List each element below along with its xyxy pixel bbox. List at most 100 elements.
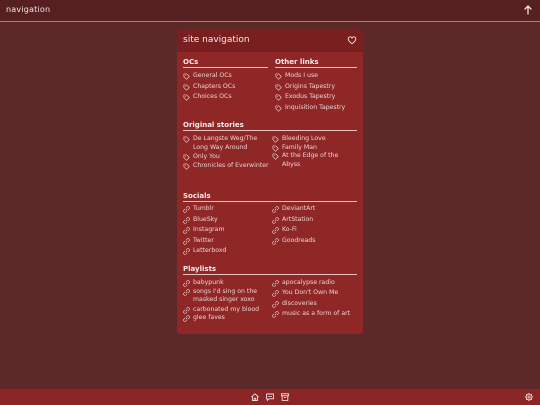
- nav-link[interactable]: Goodreads: [272, 237, 357, 246]
- link-icon: [183, 280, 190, 287]
- nav-link-label: BlueSky: [193, 215, 218, 223]
- link-icon: [272, 206, 279, 213]
- nav-link[interactable]: DeviantArt: [272, 205, 357, 214]
- nav-link[interactable]: Twitter: [183, 237, 268, 246]
- nav-link-label: Exodus Tapestry: [285, 93, 336, 101]
- arrow-up-icon[interactable]: [522, 4, 534, 16]
- nav-link[interactable]: General OCs: [183, 72, 268, 81]
- link-icon: [183, 315, 190, 322]
- nav-link[interactable]: Tumblr: [183, 205, 268, 214]
- nav-link[interactable]: Letterboxd: [183, 247, 268, 256]
- nav-link-label: discoveries: [282, 299, 317, 307]
- nav-link[interactable]: apocalypse radio: [272, 279, 357, 288]
- tag-icon: [183, 84, 190, 91]
- nav-link-label: De Langste Weg/The Long Way Around: [193, 135, 258, 151]
- tag-icon: [272, 136, 279, 143]
- nav-link[interactable]: babypunk: [183, 279, 271, 288]
- nav-link[interactable]: ArtStation: [272, 216, 357, 225]
- nav-link-label: music as a form of art: [282, 309, 351, 317]
- heart-icon[interactable]: [347, 35, 357, 45]
- chat-bubble-icon[interactable]: [265, 392, 275, 402]
- nav-link-label: Mods I use: [285, 72, 318, 79]
- link-icon: [183, 227, 190, 234]
- nav-link[interactable]: discoveries: [272, 300, 357, 309]
- bottom-bar: [0, 389, 540, 405]
- nav-link[interactable]: At the Edge of the Abyss: [272, 152, 357, 169]
- tag-icon: [272, 145, 279, 152]
- tag-icon: [275, 73, 282, 80]
- nav-link[interactable]: BlueSky: [183, 216, 268, 225]
- nav-link[interactable]: Origins Tapestry: [275, 83, 360, 92]
- panel-header: site navigation: [177, 29, 363, 52]
- nav-link[interactable]: Only You: [183, 153, 271, 162]
- nav-link[interactable]: carbonated my blood: [183, 306, 271, 315]
- nav-link[interactable]: Ko-Fi: [272, 226, 357, 235]
- divider: [183, 201, 357, 202]
- nav-link-label: At the Edge of the Abyss: [282, 152, 339, 168]
- nav-link-label: You Don't Own Me: [282, 289, 339, 297]
- nav-link-label: apocalypse radio: [282, 279, 335, 286]
- nav-link[interactable]: songs I'd sing on the masked singer xoxo: [183, 288, 271, 305]
- nav-link[interactable]: Inquisition Tapestry: [275, 104, 360, 113]
- section-title-original-stories: Original stories: [183, 121, 244, 129]
- section-title-ocs: OCs: [183, 58, 199, 66]
- nav-link-label: songs I'd sing on the masked singer xoxo: [193, 287, 258, 304]
- site-navigation-panel: site navigation OCs General OCs Chapters …: [177, 29, 363, 334]
- nav-link[interactable]: Chapters OCs: [183, 83, 268, 92]
- nav-link-label: Ko-Fi: [282, 226, 297, 233]
- nav-link-label: Goodreads: [282, 236, 316, 244]
- tag-icon: [183, 94, 190, 101]
- nav-link-label: Bleeding Love: [282, 135, 326, 142]
- nav-link-label: Only You: [193, 153, 220, 160]
- link-icon: [183, 288, 190, 296]
- home-icon[interactable]: [250, 392, 260, 402]
- divider: [275, 67, 357, 68]
- link-icon: [272, 237, 279, 245]
- tag-icon: [275, 105, 282, 112]
- nav-link-label: DeviantArt: [282, 205, 316, 212]
- nav-link-label: Chapters OCs: [193, 82, 236, 90]
- nav-link-label: Instagram: [193, 226, 225, 233]
- nav-link[interactable]: You Don't Own Me: [272, 289, 357, 298]
- nav-link[interactable]: Mods I use: [275, 72, 360, 81]
- link-icon: [183, 237, 190, 245]
- nav-link[interactable]: glee faves: [183, 314, 271, 323]
- nav-link-label: Twitter: [193, 236, 214, 244]
- archive-icon[interactable]: [280, 392, 290, 402]
- nav-link[interactable]: De Langste Weg/The Long Way Around: [183, 135, 271, 152]
- section-title-other-links: Other links: [275, 58, 319, 66]
- link-icon: [183, 216, 190, 224]
- nav-link-label: Inquisition Tapestry: [285, 104, 346, 112]
- nav-link[interactable]: Family Man: [272, 144, 357, 153]
- tag-icon: [272, 153, 279, 160]
- link-icon: [272, 280, 279, 287]
- link-icon: [183, 206, 190, 213]
- nav-link-label: Origins Tapestry: [285, 82, 336, 90]
- nav-link-label: Chronicles of Everwinter: [193, 161, 269, 169]
- link-icon: [272, 227, 279, 234]
- nav-link[interactable]: Instagram: [183, 226, 268, 235]
- link-icon: [183, 248, 190, 255]
- section-title-playlists: Playlists: [183, 265, 217, 273]
- nav-link-label: Family Man: [282, 143, 317, 151]
- divider: [183, 274, 357, 275]
- settings-icon[interactable]: [524, 392, 534, 402]
- panel-title: site navigation: [183, 35, 250, 45]
- nav-link[interactable]: Chronicles of Everwinter: [183, 162, 271, 171]
- nav-link-label: ArtStation: [282, 215, 314, 223]
- section-title-socials: Socials: [183, 192, 211, 200]
- nav-link-label: Choices OCs: [193, 93, 232, 101]
- link-icon: [272, 300, 279, 308]
- tag-icon: [183, 136, 190, 143]
- nav-link-label: Tumblr: [193, 205, 214, 212]
- divider: [183, 67, 268, 68]
- nav-link[interactable]: Bleeding Love: [272, 135, 357, 144]
- nav-link-label: glee faves: [193, 314, 225, 321]
- nav-link[interactable]: music as a form of art: [272, 310, 357, 319]
- nav-link[interactable]: Choices OCs: [183, 93, 268, 102]
- tag-icon: [275, 84, 282, 91]
- link-icon: [272, 216, 279, 224]
- nav-link[interactable]: Exodus Tapestry: [275, 93, 360, 102]
- link-icon: [183, 306, 190, 314]
- nav-link-label: Letterboxd: [193, 247, 227, 254]
